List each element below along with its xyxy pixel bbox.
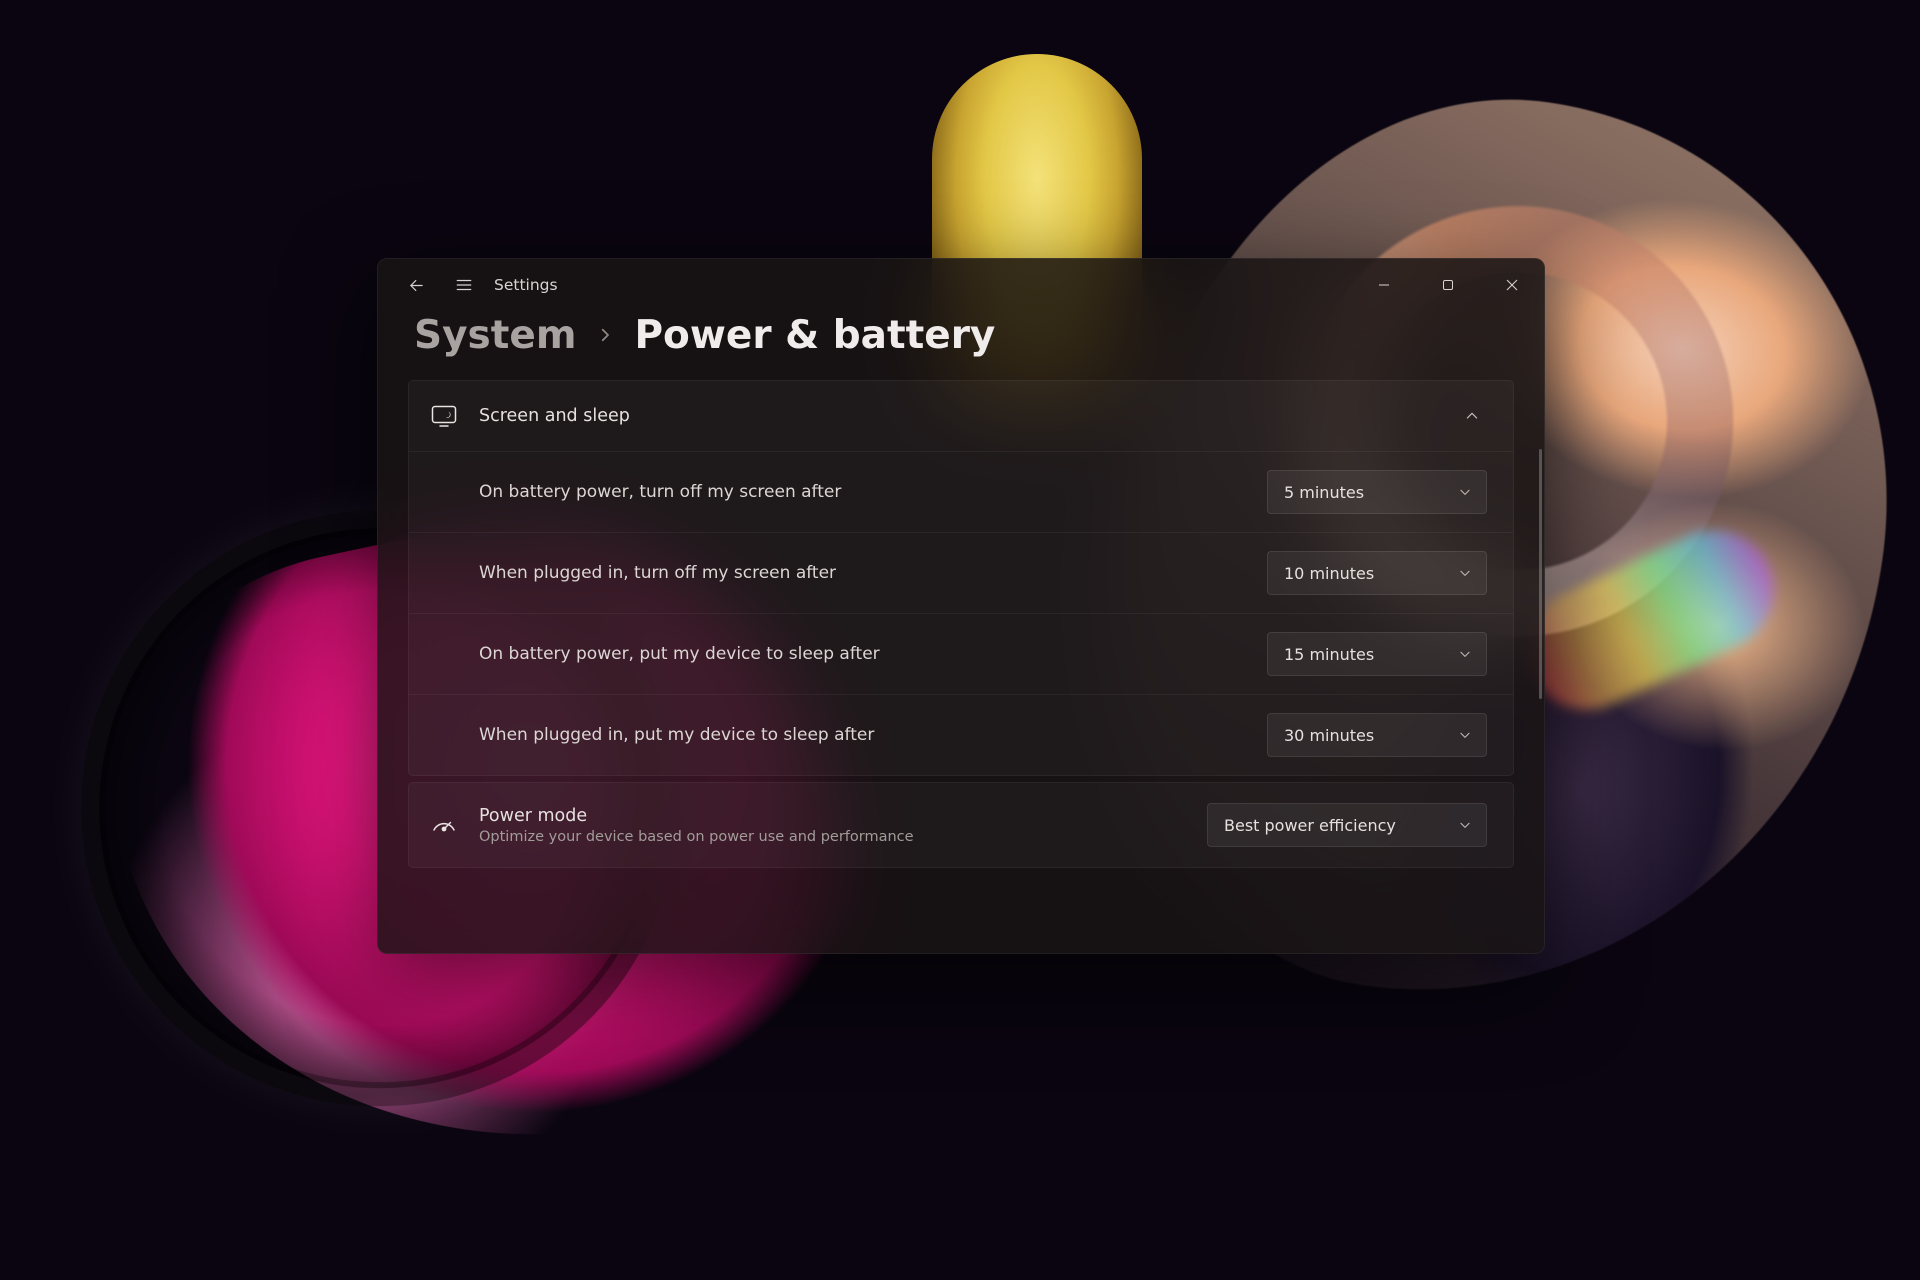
- power-mode-dropdown[interactable]: Best power efficiency: [1207, 803, 1487, 847]
- gauge-icon: [431, 812, 457, 838]
- scrollbar-thumb[interactable]: [1539, 449, 1542, 699]
- dropdown-value: 5 minutes: [1284, 483, 1364, 502]
- setting-row: On battery power, put my device to sleep…: [409, 614, 1513, 694]
- screen-off-plugged-dropdown[interactable]: 10 minutes: [1267, 551, 1487, 595]
- close-icon: [1506, 279, 1518, 291]
- screen-off-battery-dropdown[interactable]: 5 minutes: [1267, 470, 1487, 514]
- hamburger-icon: [455, 276, 473, 294]
- power-mode-card: Power mode Optimize your device based on…: [408, 782, 1514, 868]
- back-button[interactable]: [392, 259, 440, 311]
- chevron-down-icon: [1458, 818, 1472, 832]
- content-area: System Power & battery: [378, 311, 1544, 953]
- breadcrumb-root[interactable]: System: [414, 313, 576, 358]
- display-sleep-icon: [431, 403, 457, 429]
- dropdown-value: 30 minutes: [1284, 726, 1374, 745]
- sleep-plugged-dropdown[interactable]: 30 minutes: [1267, 713, 1487, 757]
- setting-row: When plugged in, turn off my screen afte…: [409, 532, 1513, 613]
- page-title: Power & battery: [634, 313, 995, 358]
- chevron-down-icon: [1458, 728, 1472, 742]
- close-button[interactable]: [1480, 259, 1544, 311]
- screen-and-sleep-header[interactable]: Screen and sleep: [409, 381, 1513, 451]
- dropdown-value: Best power efficiency: [1224, 816, 1396, 835]
- nav-menu-button[interactable]: [440, 259, 488, 311]
- chevron-up-icon: [1457, 401, 1487, 431]
- card-title: Screen and sleep: [479, 406, 1435, 426]
- breadcrumb: System Power & battery: [414, 313, 1514, 358]
- chevron-down-icon: [1458, 485, 1472, 499]
- sleep-battery-dropdown[interactable]: 15 minutes: [1267, 632, 1487, 676]
- minimize-button[interactable]: [1352, 259, 1416, 311]
- minimize-icon: [1378, 279, 1390, 291]
- chevron-down-icon: [1458, 647, 1472, 661]
- chevron-right-icon: [596, 326, 614, 344]
- maximize-icon: [1442, 279, 1454, 291]
- dropdown-value: 10 minutes: [1284, 564, 1374, 583]
- window-caption-buttons: [1352, 259, 1544, 311]
- card-title: Power mode: [479, 806, 1185, 826]
- screen-and-sleep-card: Screen and sleep On battery power, turn …: [408, 380, 1514, 776]
- power-mode-header[interactable]: Power mode Optimize your device based on…: [409, 783, 1513, 867]
- app-title: Settings: [494, 276, 558, 294]
- maximize-button[interactable]: [1416, 259, 1480, 311]
- setting-label: When plugged in, put my device to sleep …: [479, 725, 874, 745]
- settings-window: Settings System Power & battery: [377, 258, 1545, 954]
- card-subtitle: Optimize your device based on power use …: [479, 829, 1185, 845]
- setting-row: On battery power, turn off my screen aft…: [409, 452, 1513, 532]
- titlebar: Settings: [378, 259, 1544, 311]
- setting-label: When plugged in, turn off my screen afte…: [479, 563, 836, 583]
- dropdown-value: 15 minutes: [1284, 645, 1374, 664]
- setting-label: On battery power, turn off my screen aft…: [479, 482, 841, 502]
- setting-row: When plugged in, put my device to sleep …: [409, 694, 1513, 775]
- screen-and-sleep-body: On battery power, turn off my screen aft…: [409, 451, 1513, 775]
- setting-label: On battery power, put my device to sleep…: [479, 644, 880, 664]
- arrow-left-icon: [408, 277, 425, 294]
- chevron-down-icon: [1458, 566, 1472, 580]
